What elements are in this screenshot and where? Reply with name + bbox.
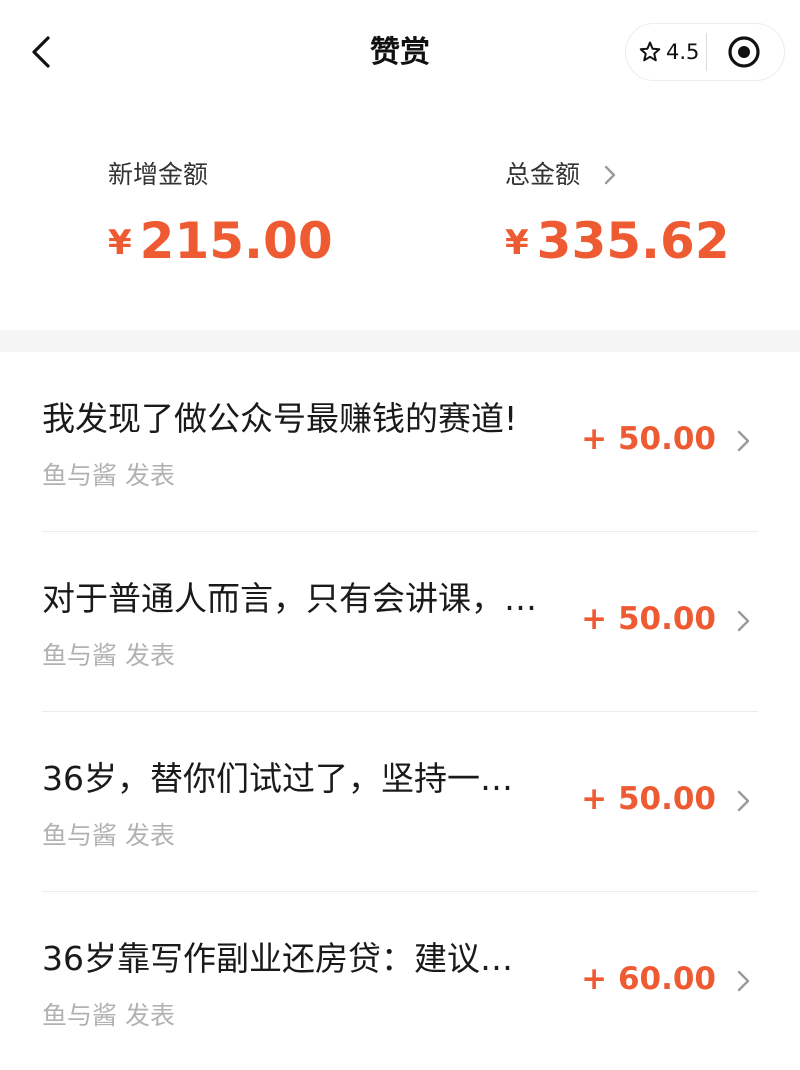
chevron-right-icon <box>737 790 750 812</box>
list-item[interactable]: 36岁靠写作副业还房贷：建议… 鱼与酱 发表 + 60.00 <box>0 892 800 1070</box>
currency-symbol: ¥ <box>505 223 529 263</box>
total-amount-number: 335.62 <box>536 212 730 270</box>
list-item[interactable]: 对于普通人而言，只有会讲课，… 鱼与酱 发表 + 50.00 <box>0 532 800 712</box>
reward-amount: + 50.00 <box>581 421 716 457</box>
article-meta: 鱼与酱 发表 <box>42 1001 175 1030</box>
article-title: 对于普通人而言，只有会讲课，… <box>42 579 537 618</box>
new-amount-label: 新增金额 <box>108 160 209 189</box>
article-title: 36岁靠写作副业还房贷：建议… <box>42 939 513 978</box>
target-icon[interactable] <box>727 35 761 69</box>
chevron-right-icon <box>737 970 750 992</box>
total-amount-label: 总金额 <box>505 160 581 189</box>
article-meta: 鱼与酱 发表 <box>42 821 175 850</box>
reward-summary: 新增金额 ¥215.00 总金额 ¥335.62 <box>0 105 800 330</box>
total-amount-value: ¥335.62 <box>505 211 730 271</box>
new-amount-stat: 新增金额 ¥215.00 <box>108 157 333 271</box>
article-title: 36岁，替你们试过了，坚持一… <box>42 759 513 798</box>
navigation-bar: 赞赏 4.5 <box>0 0 800 105</box>
chevron-right-icon <box>604 165 616 185</box>
mini-program-capsule: 4.5 <box>625 23 785 81</box>
article-title: 我发现了做公众号最赚钱的赛道! <box>42 399 518 438</box>
star-icon <box>639 41 661 62</box>
total-amount-label-row: 总金额 <box>505 157 730 193</box>
chevron-right-icon <box>737 610 750 632</box>
rating-button[interactable]: 4.5 <box>636 24 716 80</box>
list-item[interactable]: 36岁，替你们试过了，坚持一… 鱼与酱 发表 + 50.00 <box>0 712 800 892</box>
new-amount-value: ¥215.00 <box>108 211 333 271</box>
new-amount-number: 215.00 <box>139 212 333 270</box>
article-meta: 鱼与酱 发表 <box>42 461 175 490</box>
currency-symbol: ¥ <box>108 223 132 263</box>
rating-value: 4.5 <box>666 40 700 64</box>
reward-amount: + 50.00 <box>581 601 716 637</box>
capsule-divider <box>706 33 707 71</box>
total-amount-stat[interactable]: 总金额 ¥335.62 <box>505 157 730 271</box>
article-meta: 鱼与酱 发表 <box>42 641 175 670</box>
reward-amount: + 60.00 <box>581 961 716 997</box>
section-divider <box>0 330 800 352</box>
article-reward-list: 我发现了做公众号最赚钱的赛道! 鱼与酱 发表 + 50.00 对于普通人而言，只… <box>0 352 800 1070</box>
reward-page: 赞赏 4.5 新增金额 ¥215.00 总金额 ¥ 335.62 我发现了做公众… <box>0 0 800 1070</box>
reward-amount: + 50.00 <box>581 781 716 817</box>
list-item[interactable]: 我发现了做公众号最赚钱的赛道! 鱼与酱 发表 + 50.00 <box>0 352 800 532</box>
chevron-right-icon <box>737 430 750 452</box>
